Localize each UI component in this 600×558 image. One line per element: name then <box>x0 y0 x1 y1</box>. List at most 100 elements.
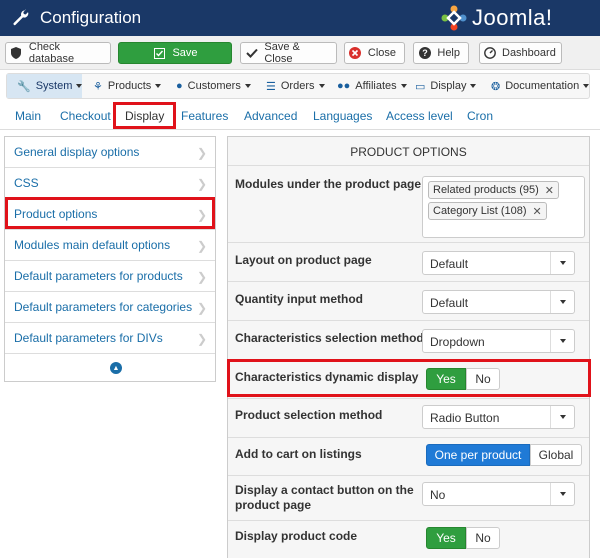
chevron-down-icon <box>550 252 574 274</box>
close-icon <box>349 46 362 60</box>
product-code-toggle: Yes No <box>426 527 500 549</box>
users-icon: ●● <box>337 80 351 92</box>
help-label: Help <box>437 47 460 59</box>
sidebar-item-default-parameters-products[interactable]: Default parameters for products ❯ <box>5 261 215 292</box>
layout-select[interactable]: Default <box>422 251 575 275</box>
yes-option[interactable]: Yes <box>426 527 466 549</box>
sidebar-item-modules-main-default-options[interactable]: Modules main default options ❯ <box>5 230 215 261</box>
help-icon: ? <box>418 46 431 60</box>
shield-icon <box>10 46 23 60</box>
tab-languages[interactable]: Languages <box>313 109 372 123</box>
app-header: Configuration Joomla! <box>0 0 600 36</box>
sidebar-item-default-parameters-divs[interactable]: Default parameters for DIVs ❯ <box>5 323 215 354</box>
tab-cron[interactable]: Cron <box>467 109 493 123</box>
sidebar-item-label: Default parameters for products <box>14 269 183 283</box>
one-per-product-option[interactable]: One per product <box>426 444 530 466</box>
highlight-product-options <box>5 197 215 229</box>
check-database-label: Check database <box>28 41 75 65</box>
sidebar-item-default-parameters-categories[interactable]: Default parameters for categories ❯ <box>5 292 215 323</box>
sidebar-item-label: CSS <box>14 176 39 190</box>
joomla-mark-icon <box>441 5 467 31</box>
tab-access-level[interactable]: Access level <box>386 109 453 123</box>
save-close-label: Save & Close <box>264 41 300 65</box>
menu-customers-label: Customers <box>187 80 241 92</box>
module-tag-label: Related products (95) <box>433 184 539 196</box>
global-option[interactable]: Global <box>530 444 582 466</box>
chevron-right-icon: ❯ <box>196 177 207 191</box>
menu-products[interactable]: ⚘ Products <box>93 74 162 98</box>
chevron-right-icon: ❯ <box>196 270 207 284</box>
quantity-select[interactable]: Default <box>422 290 575 314</box>
sidebar-item-label: General display options <box>14 145 140 159</box>
chevron-down-icon <box>550 406 574 428</box>
chevron-down-icon <box>400 84 407 88</box>
add-to-cart-label: Add to cart on listings <box>235 447 362 461</box>
module-tag: Category List (108) ✕ <box>428 202 547 220</box>
sidebar-item-css[interactable]: CSS ❯ <box>5 168 215 199</box>
row-contact-button: Display a contact button on the product … <box>228 476 589 521</box>
menu-system[interactable]: 🔧 System <box>7 74 83 98</box>
menu-affiliates[interactable]: ●● Affiliates <box>337 74 407 98</box>
menu-customers[interactable]: ● Customers <box>176 74 251 98</box>
chevron-down-icon <box>550 291 574 313</box>
chevron-right-icon: ❯ <box>196 332 207 346</box>
sidebar-item-label: Default parameters for DIVs <box>14 331 163 345</box>
remove-tag-icon[interactable]: ✕ <box>545 184 554 197</box>
contact-label-line2: product page <box>235 498 312 512</box>
save-button[interactable]: Save <box>118 42 232 64</box>
tab-main[interactable]: Main <box>15 109 41 123</box>
dashboard-button[interactable]: Dashboard <box>479 42 562 64</box>
product-options-panel: PRODUCT OPTIONS Modules under the produc… <box>227 136 590 558</box>
tab-advanced[interactable]: Advanced <box>244 109 297 123</box>
chevron-right-icon: ❯ <box>196 146 207 160</box>
check-database-button[interactable]: Check database <box>5 41 111 65</box>
characteristics-select[interactable]: Dropdown <box>422 329 575 353</box>
row-modules: Modules under the product page Related p… <box>228 166 589 243</box>
chevron-down-icon <box>470 84 477 88</box>
dashboard-icon <box>484 46 496 60</box>
joomla-logo: Joomla! <box>440 4 553 32</box>
save-close-button[interactable]: Save & Close <box>240 41 337 65</box>
menu-orders[interactable]: ☰ Orders <box>266 74 325 98</box>
wrench-icon: 🔧 <box>17 80 31 93</box>
quantity-label: Quantity input method <box>235 292 363 306</box>
sidebar-item-label: Default parameters for categories <box>14 300 193 314</box>
chevron-down-icon <box>550 483 574 505</box>
code-label: Display product code <box>235 529 358 543</box>
menu-display[interactable]: ▭ Display <box>415 74 477 98</box>
contact-select[interactable]: No <box>422 482 575 506</box>
help-button[interactable]: ? Help <box>413 42 469 64</box>
highlight-dynamic-display <box>227 359 591 397</box>
panel-title: PRODUCT OPTIONS <box>228 137 589 166</box>
wrench-icon <box>13 9 29 26</box>
contact-value: No <box>430 488 446 502</box>
menu-documentation[interactable]: ❂ Documentation <box>491 74 590 98</box>
list-icon: ☰ <box>266 80 276 93</box>
highlight-display-tab <box>113 102 176 129</box>
row-characteristics: Characteristics selection method Dropdow… <box>228 321 589 360</box>
contact-label-line1: Display a contact button on the <box>235 483 414 497</box>
characteristics-value: Dropdown <box>430 335 485 349</box>
add-to-cart-toggle: One per product Global <box>426 444 582 466</box>
sidebar-item-general-display-options[interactable]: General display options ❯ <box>5 137 215 168</box>
contact-label: Display a contact button on the product … <box>235 483 414 513</box>
no-option[interactable]: No <box>466 527 500 549</box>
joomla-wordmark: Joomla! <box>472 5 553 30</box>
row-quantity: Quantity input method Default <box>228 282 589 321</box>
monitor-icon: ▭ <box>415 80 426 93</box>
chevron-down-icon <box>155 84 162 88</box>
row-product-code: Display product code Yes No <box>228 521 589 558</box>
config-tabs: Main Checkout Display Features Advanced … <box>0 104 600 130</box>
tab-checkout[interactable]: Checkout <box>60 109 111 123</box>
row-layout: Layout on product page Default <box>228 243 589 282</box>
remove-tag-icon[interactable]: ✕ <box>533 205 542 218</box>
chevron-down-icon <box>550 330 574 352</box>
modules-tags-input[interactable]: Related products (95) ✕ Category List (1… <box>422 176 585 238</box>
svg-text:?: ? <box>422 48 428 58</box>
tab-features[interactable]: Features <box>181 109 228 123</box>
chevron-down-icon <box>244 84 251 88</box>
close-button[interactable]: Close <box>344 42 405 64</box>
selection-select[interactable]: Radio Button <box>422 405 575 429</box>
collapse-up-icon[interactable]: ▲ <box>110 362 122 374</box>
chevron-down-icon <box>76 84 83 88</box>
